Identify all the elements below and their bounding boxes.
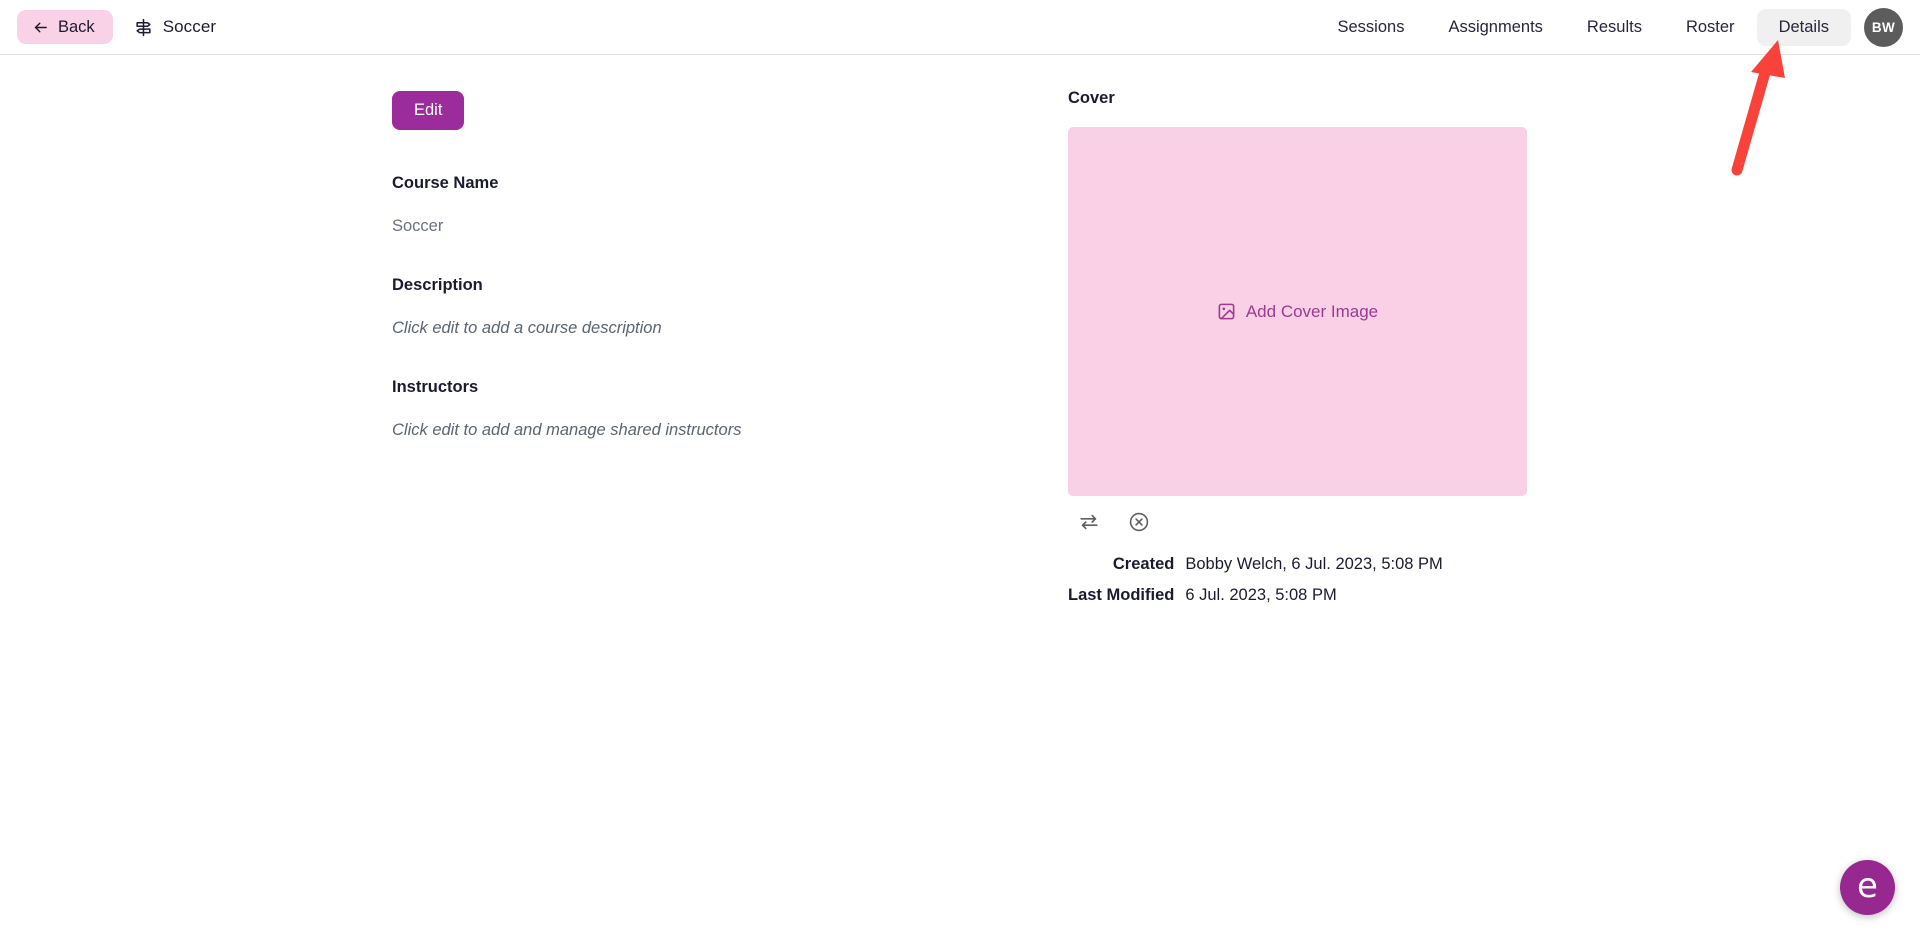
course-breadcrumb[interactable]: Soccer — [134, 17, 217, 37]
course-name-value: Soccer — [392, 217, 444, 235]
last-modified-value: 6 Jul. 2023, 5:08 PM — [1185, 586, 1337, 604]
cover-label: Cover — [1068, 89, 1115, 107]
add-cover-image-button[interactable]: Add Cover Image — [1211, 301, 1384, 323]
back-button-label: Back — [58, 17, 95, 36]
cover-dropzone[interactable]: Add Cover Image — [1068, 127, 1527, 496]
created-label: Created — [1112, 555, 1175, 573]
description-label: Description — [392, 276, 483, 294]
remove-cover-button[interactable] — [1126, 509, 1152, 535]
image-icon — [1218, 303, 1235, 320]
created-value: Bobby Welch, 6 Jul. 2023, 5:08 PM — [1185, 555, 1443, 573]
instructors-label: Instructors — [392, 378, 479, 396]
last-modified-label: Last Modified — [1068, 586, 1175, 604]
chat-launcher-button[interactable]: e — [1840, 860, 1895, 915]
app-header: Back Soccer Sessions Assignments Results… — [0, 0, 1920, 55]
header-nav: Sessions Assignments Results Roster Deta… — [1316, 7, 1903, 47]
main-content: Edit Course Name Soccer Description Clic… — [0, 56, 1920, 937]
tab-assignments[interactable]: Assignments — [1426, 9, 1564, 46]
course-title: Soccer — [162, 17, 217, 36]
tab-roster[interactable]: Roster — [1664, 9, 1757, 46]
swap-arrows-icon — [1080, 514, 1098, 530]
metadata-row-created: Created Bobby Welch, 6 Jul. 2023, 5:08 P… — [1068, 549, 1443, 580]
cover-action-bar — [1076, 509, 1538, 535]
metadata-row-modified: Last Modified 6 Jul. 2023, 5:08 PM — [1068, 580, 1443, 611]
tab-sessions[interactable]: Sessions — [1316, 9, 1427, 46]
description-placeholder: Click edit to add a course description — [392, 319, 662, 337]
avatar[interactable]: BW — [1864, 7, 1903, 47]
edit-button[interactable]: Edit — [392, 91, 465, 130]
course-details-panel: Edit Course Name Soccer Description Clic… — [392, 91, 932, 440]
instructors-placeholder: Click edit to add and manage shared inst… — [392, 421, 742, 439]
tab-details[interactable]: Details — [1756, 8, 1851, 46]
tab-results[interactable]: Results — [1565, 9, 1664, 46]
header-left-group: Back Soccer — [17, 10, 216, 44]
cover-panel: Cover Add Cover Image Created Bobby Welc… — [1068, 89, 1538, 611]
cover-metadata: Created Bobby Welch, 6 Jul. 2023, 5:08 P… — [1068, 549, 1443, 611]
arrow-left-icon — [34, 22, 47, 32]
course-name-label: Course Name — [392, 174, 499, 192]
circle-x-icon — [1129, 512, 1149, 532]
add-cover-image-label: Add Cover Image — [1245, 301, 1379, 321]
swap-cover-button[interactable] — [1076, 509, 1102, 535]
signpost-icon — [136, 18, 151, 36]
chat-launcher-glyph: e — [1857, 866, 1878, 906]
back-button[interactable]: Back — [17, 10, 113, 44]
